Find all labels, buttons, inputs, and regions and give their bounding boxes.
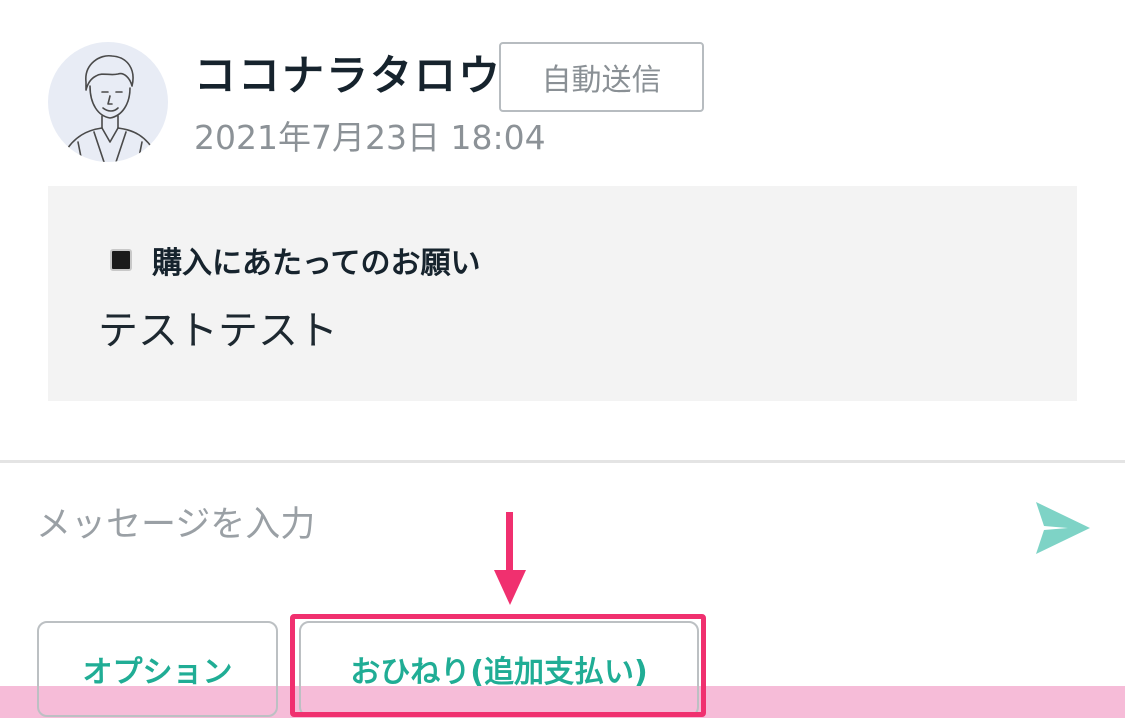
message-body: テストテスト (98, 308, 338, 354)
message-heading: 購入にあたってのお願い (110, 238, 481, 282)
auto-send-badge: 自動送信 (499, 42, 704, 112)
message-timestamp: 2021年7月23日 18:04 (194, 118, 546, 157)
sender-name: ココナラタロウ (194, 51, 503, 100)
option-button[interactable]: オプション (37, 621, 278, 717)
avatar (48, 42, 168, 162)
composer-divider (0, 460, 1125, 463)
down-arrow-icon (494, 512, 526, 605)
send-button[interactable] (1034, 500, 1092, 556)
tip-payment-button[interactable]: おひねり(追加支払い) (299, 621, 699, 717)
annotation-arrow (490, 512, 530, 607)
send-icon (1036, 502, 1090, 554)
avatar-illustration (63, 55, 157, 162)
message-heading-text: 購入にあたってのお願い (152, 246, 481, 281)
black-square-icon (110, 249, 132, 271)
message-bubble: 購入にあたってのお願い テストテスト (48, 186, 1077, 401)
